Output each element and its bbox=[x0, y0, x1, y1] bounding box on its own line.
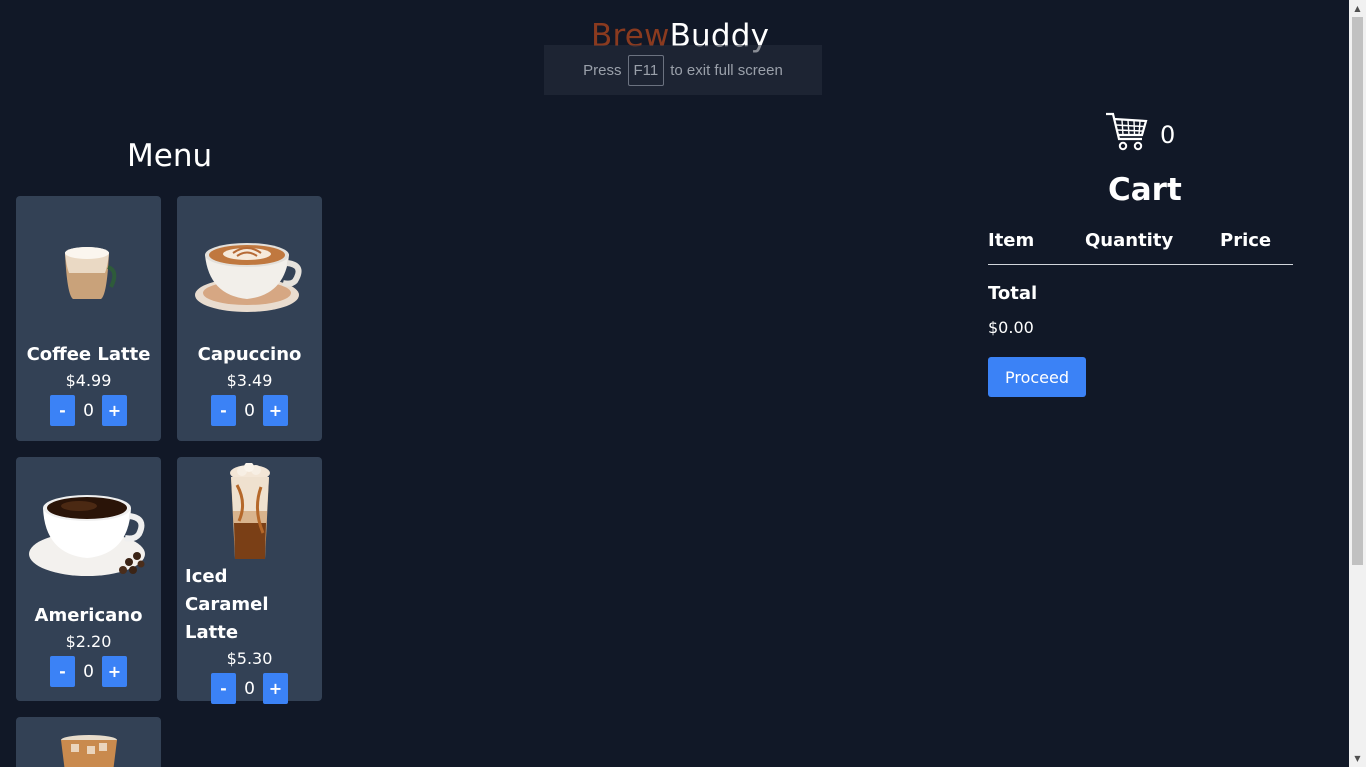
menu-item-price: $4.99 bbox=[65, 371, 112, 390]
coffee-latte-image bbox=[16, 196, 161, 341]
menu-card-coffee-latte: Coffee Latte $4.99 - 0 + bbox=[16, 196, 161, 441]
menu-card-capuccino: Capuccino $3.49 - 0 + bbox=[177, 196, 322, 441]
shopping-cart-icon[interactable] bbox=[1104, 111, 1148, 153]
proceed-button[interactable]: Proceed bbox=[988, 357, 1086, 397]
americano-image bbox=[16, 457, 161, 602]
menu-item-name: Iced Caramel Latte bbox=[185, 566, 269, 643]
quantity-value: 0 bbox=[244, 400, 255, 421]
scroll-down-icon[interactable]: ▼ bbox=[1349, 750, 1366, 767]
cart-total-label: Total bbox=[988, 283, 1038, 304]
capuccino-image bbox=[177, 196, 322, 341]
fullscreen-notice-after: to exit full screen bbox=[670, 61, 783, 79]
menu-item-price: $5.30 bbox=[226, 649, 273, 668]
cart-title: Cart bbox=[1108, 172, 1182, 208]
quantity-value: 0 bbox=[83, 400, 94, 421]
increment-button[interactable]: + bbox=[263, 395, 288, 426]
menu-item-name: Coffee Latte bbox=[26, 344, 151, 365]
menu-title: Menu bbox=[127, 138, 213, 174]
decrement-button[interactable]: - bbox=[50, 656, 75, 687]
menu-card-americano: Americano $2.20 - 0 + bbox=[16, 457, 161, 701]
quantity-stepper: - 0 + bbox=[211, 673, 288, 704]
decrement-button[interactable]: - bbox=[211, 395, 236, 426]
cart-column-quantity: Quantity bbox=[1085, 230, 1174, 251]
menu-card-partial bbox=[16, 717, 161, 767]
menu-item-name: Capuccino bbox=[197, 344, 302, 365]
cart-total-value: $0.00 bbox=[988, 318, 1034, 337]
cart-count: 0 bbox=[1160, 121, 1176, 149]
increment-button[interactable]: + bbox=[102, 656, 127, 687]
quantity-stepper: - 0 + bbox=[50, 656, 127, 687]
quantity-stepper: - 0 + bbox=[211, 395, 288, 426]
increment-button[interactable]: + bbox=[263, 673, 288, 704]
cart-column-item: Item bbox=[988, 230, 1035, 251]
menu-item-name: Americano bbox=[34, 605, 143, 626]
menu-item-price: $2.20 bbox=[65, 632, 112, 651]
cart-column-price: Price bbox=[1220, 230, 1272, 251]
page-scrollbar[interactable]: ▲ ▼ bbox=[1349, 0, 1366, 767]
decrement-button[interactable]: - bbox=[50, 395, 75, 426]
increment-button[interactable]: + bbox=[102, 395, 127, 426]
cart-table-header: Item Quantity Price bbox=[988, 230, 1293, 265]
fullscreen-notice-before: Press bbox=[583, 61, 622, 79]
scroll-up-icon[interactable]: ▲ bbox=[1349, 0, 1366, 17]
quantity-stepper: - 0 + bbox=[50, 395, 127, 426]
decrement-button[interactable]: - bbox=[211, 673, 236, 704]
menu-card-iced-caramel-latte: Iced Caramel Latte $5.30 - 0 + bbox=[177, 457, 322, 704]
iced-caramel-latte-image bbox=[177, 457, 322, 563]
fullscreen-notice-key: F11 bbox=[627, 54, 665, 86]
scrollbar-thumb[interactable] bbox=[1352, 17, 1363, 565]
iced-coffee-image bbox=[16, 717, 161, 767]
quantity-value: 0 bbox=[83, 661, 94, 682]
fullscreen-notice: Press F11 to exit full screen bbox=[544, 45, 822, 95]
menu-item-price: $3.49 bbox=[226, 371, 273, 390]
quantity-value: 0 bbox=[244, 678, 255, 699]
